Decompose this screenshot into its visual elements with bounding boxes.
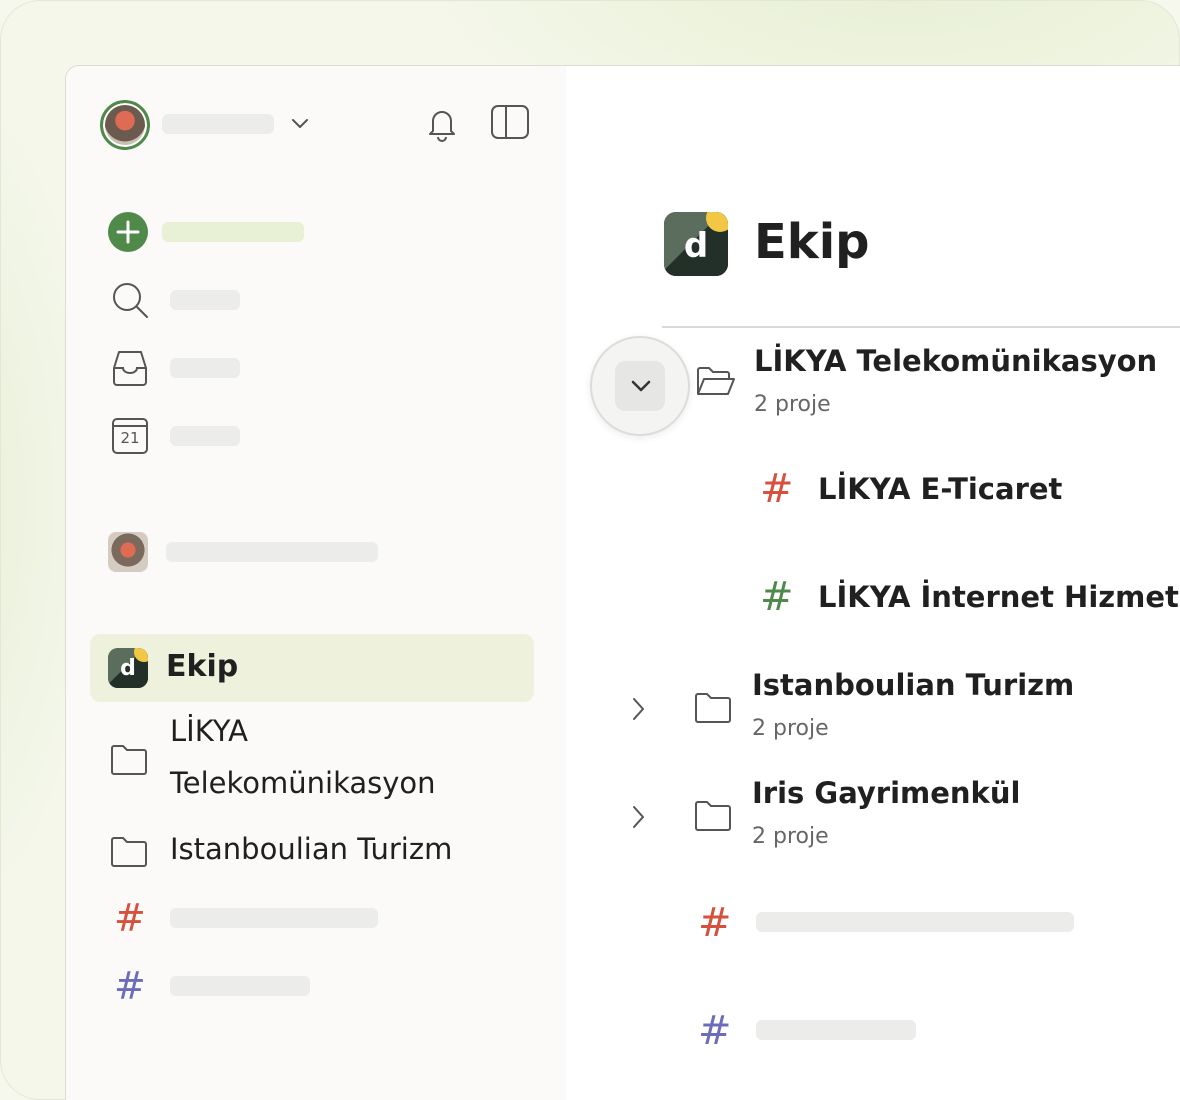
chevron-down-icon[interactable] [288, 114, 312, 134]
sidebar-project-placeholder[interactable] [170, 908, 378, 928]
title-divider [662, 326, 1180, 328]
app-window: 21 d Ekip LİKYA Telekomünikasyon Istanbo… [65, 65, 1180, 1100]
bell-icon[interactable] [424, 104, 460, 144]
hash-icon-green: # [760, 574, 794, 620]
sidebar: 21 d Ekip LİKYA Telekomünikasyon Istanbo… [66, 66, 566, 1100]
calendar-day: 21 [120, 429, 140, 447]
folder-icon [694, 692, 732, 724]
sidebar-folder-likya-line2[interactable]: Telekomünikasyon [170, 766, 436, 800]
folder-open-icon [696, 366, 736, 398]
collapse-folder-button[interactable] [590, 336, 690, 436]
add-task-placeholder[interactable] [162, 222, 304, 242]
search-placeholder[interactable] [170, 290, 240, 310]
chevron-right-icon[interactable] [628, 694, 648, 724]
sidebar-item-ekip[interactable] [90, 634, 534, 702]
inbox-icon[interactable] [110, 348, 150, 388]
main-content: d Ekip LİKYA Telekomünikasyon 2 proje # … [566, 66, 1180, 1100]
sidebar-folder-likya-line1[interactable]: LİKYA [170, 714, 248, 748]
project-placeholder[interactable] [756, 912, 1074, 932]
chevron-right-icon[interactable] [628, 802, 648, 832]
chevron-down-icon [628, 376, 654, 396]
project-likya-internet[interactable]: LİKYA İnternet Hizmetleri [818, 580, 1180, 614]
plus-circle-icon[interactable] [108, 212, 148, 252]
user-avatar[interactable] [100, 100, 150, 150]
sidebar-project-placeholder[interactable] [170, 976, 310, 996]
folder-icon [110, 836, 148, 868]
folder-count-istanbulian: 2 proje [752, 716, 829, 741]
hash-icon-red: # [114, 896, 146, 940]
inbox-placeholder[interactable] [170, 358, 240, 378]
page-title: Ekip [754, 214, 870, 270]
user-name-placeholder[interactable] [162, 114, 274, 134]
folder-icon [694, 800, 732, 832]
sidebar-team-label: Ekip [166, 649, 239, 684]
folder-title-istanbulian[interactable]: Istanboulian Turizm [752, 668, 1074, 702]
hash-icon-red: # [760, 466, 794, 512]
hash-icon-red: # [698, 900, 732, 946]
calendar-icon[interactable]: 21 [110, 416, 150, 456]
project-placeholder[interactable] [756, 1020, 916, 1040]
personal-workspace-placeholder[interactable] [166, 542, 378, 562]
folder-icon [110, 744, 148, 776]
personal-avatar[interactable] [108, 532, 148, 572]
folder-count-likya: 2 proje [754, 392, 831, 417]
project-likya-eticaret[interactable]: LİKYA E-Ticaret [818, 472, 1062, 506]
hash-icon-purple: # [698, 1008, 732, 1054]
team-logo-large: d [664, 212, 728, 276]
team-logo: d [108, 648, 148, 688]
folder-title-likya[interactable]: LİKYA Telekomünikasyon [754, 344, 1157, 378]
folder-count-iris: 2 proje [752, 824, 829, 849]
sidebar-folder-istanbulian[interactable]: Istanboulian Turizm [170, 832, 452, 866]
today-placeholder[interactable] [170, 426, 240, 446]
hash-icon-purple: # [114, 964, 146, 1008]
search-icon[interactable] [110, 280, 150, 320]
sidebar-toggle-icon[interactable] [490, 104, 530, 140]
folder-title-iris[interactable]: Iris Gayrimenkül [752, 776, 1020, 810]
